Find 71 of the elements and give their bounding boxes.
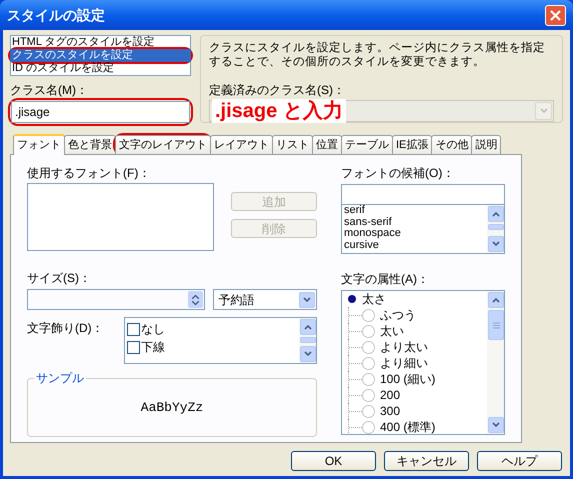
radio-button[interactable] (362, 372, 375, 386)
tab[interactable]: リスト (272, 135, 313, 154)
field-label: 定義済みのクラス名(S)： (209, 83, 346, 97)
radio-label: 300 (380, 403, 400, 420)
radio-label: 100 (細い) (380, 371, 436, 388)
list-item[interactable]: HTML タグのスタイルを設定 (10, 36, 191, 49)
tab[interactable]: 色と背景 (64, 135, 116, 154)
scroll-down-icon[interactable] (488, 417, 504, 433)
field-label: フォントの候補(O)： (341, 166, 456, 180)
radio-button[interactable] (362, 324, 375, 338)
radio-button[interactable] (362, 404, 375, 418)
scroll-up-icon[interactable] (488, 206, 504, 222)
radio-label: より太い (380, 339, 428, 356)
tab[interactable]: その他 (431, 135, 472, 154)
list-item[interactable]: ID のスタイルを設定 (10, 62, 191, 75)
tab[interactable]: テーブル (341, 135, 393, 154)
size-field[interactable] (27, 289, 206, 310)
radio-button[interactable] (362, 388, 375, 402)
dialog-button[interactable]: ヘルプ (477, 451, 562, 471)
field-label: 文字の属性(A)： (341, 272, 430, 286)
dialog-button[interactable]: キャンセル (384, 451, 469, 471)
spinner-icon[interactable] (188, 291, 204, 308)
list-item[interactable]: serif (344, 205, 487, 216)
radio-label: 太い (380, 323, 404, 340)
close-button[interactable] (545, 4, 566, 26)
radio-button[interactable] (362, 356, 375, 370)
tab[interactable]: 説明 (471, 135, 502, 154)
scroll-up-icon[interactable] (488, 292, 504, 308)
radio-label: ふつう (380, 307, 416, 324)
font-candidate-field[interactable] (341, 184, 505, 205)
field-label: 文字飾り(D)： (27, 321, 105, 337)
tree-item[interactable]: 太さ (362, 291, 386, 308)
field-label: サイズ(S)： (27, 271, 92, 285)
radio-label: 200 (380, 387, 400, 404)
tab[interactable]: IE拡張 (392, 135, 432, 154)
list-item[interactable]: cursive (344, 240, 487, 251)
tab[interactable]: レイアウト (210, 135, 273, 154)
scroll-down-icon[interactable] (300, 346, 316, 362)
list-item[interactable]: sans-serif (344, 216, 487, 228)
size-unit-dropdown[interactable]: 予約語 (213, 289, 317, 310)
scroll-up-icon[interactable] (300, 319, 316, 335)
sample-text: AaBbYyZz (140, 398, 204, 417)
radio-label: より細い (380, 355, 428, 372)
tab[interactable]: フォント (13, 134, 65, 155)
radio-button[interactable] (362, 340, 375, 354)
used-font-list[interactable] (27, 183, 214, 251)
scrollbar-thumb[interactable] (488, 310, 504, 340)
scrollbar-thumb[interactable] (488, 224, 504, 230)
tab[interactable]: 文字のレイアウト (115, 135, 211, 154)
list-item[interactable]: monospace (344, 228, 487, 240)
radio-button[interactable] (362, 308, 375, 322)
scroll-down-icon[interactable] (488, 236, 504, 252)
bullet-icon (348, 295, 356, 303)
field-label: 使用するフォント(F)： (27, 166, 152, 180)
close-icon (550, 10, 561, 20)
tab[interactable]: 位置 (312, 135, 342, 154)
description-text: クラスにスタイルを設定します。ページ内にクラス属性を指定することで、その個所のスタイルを変更できます。 (209, 41, 546, 69)
radio-button[interactable] (362, 420, 375, 434)
checkbox-label: なし (141, 321, 165, 338)
dialog-button[interactable]: OK (291, 451, 376, 471)
field-label: クラス名(M)： (10, 83, 89, 97)
checkbox[interactable] (127, 322, 140, 336)
radio-label: 400 (標準) (380, 419, 436, 434)
checkbox-label: 下線 (141, 339, 165, 356)
callout-text: .jisage と入力 (212, 99, 346, 123)
class-name-field[interactable]: .jisage (11, 101, 190, 123)
window-title: スタイルの設定 (7, 6, 105, 24)
scrollbar-thumb[interactable] (300, 337, 316, 343)
list-item[interactable]: クラスのスタイルを設定 (10, 49, 191, 62)
checkbox[interactable] (127, 340, 140, 354)
group-label: サンプル (34, 371, 86, 385)
